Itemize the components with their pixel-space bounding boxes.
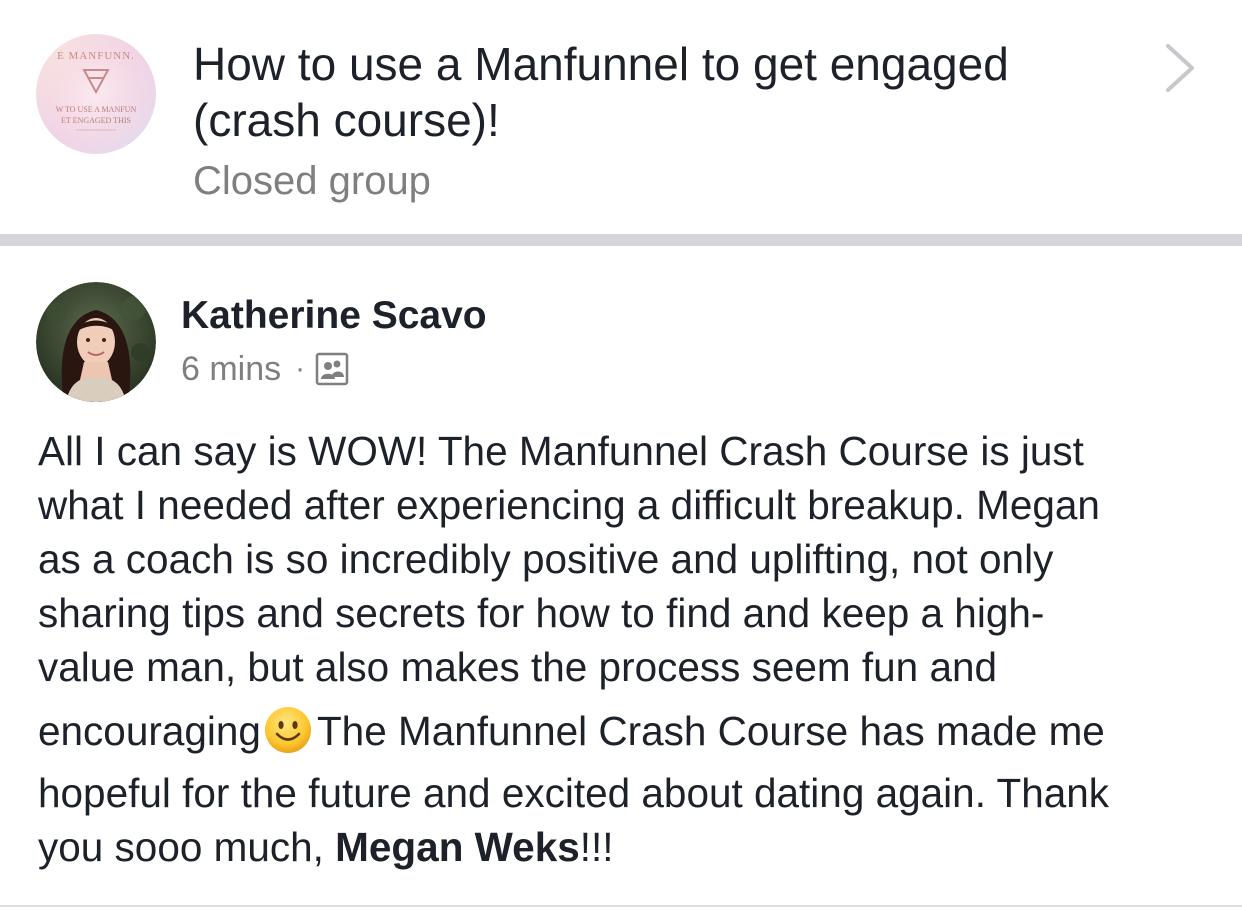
post-body-line: value man, but also makes the process se… <box>38 644 998 690</box>
post-body: All I can say is WOW! The Manfunnel Cras… <box>38 424 1218 874</box>
post-body-line: as a coach is so incredibly positive and… <box>38 536 1054 582</box>
meta-separator: · <box>295 352 306 385</box>
mention-link-megan-weks[interactable]: Megan Weks <box>335 824 580 870</box>
section-separator <box>0 234 1242 246</box>
post-body-line: All I can say is WOW! The Manfunnel Cras… <box>38 428 1084 474</box>
group-members-icon <box>315 352 349 386</box>
post-body-line-with-emoji: encouraging The Manfunnel Crash Course h… <box>38 696 1218 766</box>
post-bottom-divider <box>0 905 1242 907</box>
group-avatar-text-line2: ET ENGAGED THIS <box>61 116 131 125</box>
post-body-text: The Manfunnel Crash Course has made me <box>316 708 1105 754</box>
author-name[interactable]: Katherine Scavo <box>181 292 487 340</box>
author-avatar[interactable] <box>36 282 156 402</box>
post-body-line-with-mention: you sooo much, Megan Weks!!! <box>38 820 1218 874</box>
group-avatar-text-line1: W TO USE A MANFUN <box>56 105 137 114</box>
post-body-text: you sooo much, <box>38 824 336 870</box>
post-meta: 6 mins · <box>181 346 349 392</box>
post: Katherine Scavo 6 mins · All I can say i… <box>0 246 1242 906</box>
page: E MANFUNN. W TO USE A MANFUN ET ENGAGED … <box>0 0 1242 911</box>
post-body-text: !!! <box>579 824 614 870</box>
post-timestamp[interactable]: 6 mins <box>181 350 281 389</box>
group-privacy-label: Closed group <box>193 159 431 203</box>
group-avatar-text-top: E MANFUNN. <box>57 50 135 62</box>
post-body-line: sharing tips and secrets for how to find… <box>38 590 1045 636</box>
post-body-line: what I needed after experiencing a diffi… <box>38 482 1100 528</box>
smiley-face-icon <box>264 707 311 753</box>
group-avatar[interactable]: E MANFUNN. W TO USE A MANFUN ET ENGAGED … <box>36 34 156 154</box>
post-body-text: encouraging <box>38 708 261 754</box>
post-body-line: hopeful for the future and excited about… <box>38 770 1110 816</box>
group-header[interactable]: E MANFUNN. W TO USE A MANFUN ET ENGAGED … <box>0 0 1242 234</box>
chevron-right-icon[interactable] <box>1160 40 1200 96</box>
group-title[interactable]: How to use a Manfunnel to get engaged (c… <box>193 36 1113 148</box>
